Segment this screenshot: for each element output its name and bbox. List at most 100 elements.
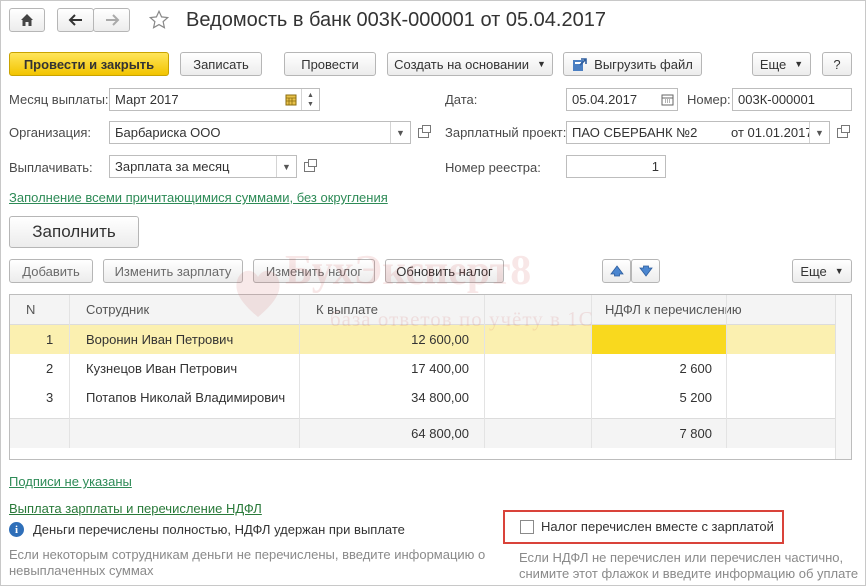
row-number: 2 <box>46 361 54 376</box>
organization-label: Организация: <box>9 125 92 140</box>
export-file-label: Выгрузить файл <box>594 56 693 72</box>
date-field[interactable]: 05.04.2017 <box>566 88 678 111</box>
salary-project-label: Зарплатный проект: <box>445 125 567 140</box>
update-tax-button[interactable]: Обновить налог <box>385 259 504 283</box>
payment-status-text: Деньги перечислены полностью, НДФЛ удерж… <box>33 522 405 537</box>
month-label: Месяц выплаты: <box>9 92 109 107</box>
move-down-button[interactable] <box>631 259 660 283</box>
total-pay: 64 800,00 <box>411 426 469 441</box>
table-row[interactable]: 1 Воронин Иван Петрович 12 600,00 <box>10 325 836 354</box>
column-header-tax[interactable]: НДФЛ к перечислению <box>605 295 742 324</box>
table-more-label: Еще <box>800 263 827 279</box>
create-based-on-button[interactable]: Создать на основании ▼ <box>387 52 553 76</box>
payment-hint-line-1: Если некоторым сотрудникам деньги не пер… <box>9 547 486 562</box>
help-button[interactable]: ? <box>822 52 852 76</box>
tax-paid-checkbox[interactable] <box>520 520 534 534</box>
payment-hint-line-2: невыплаченных суммах <box>9 563 154 578</box>
registry-number-field[interactable]: 1 <box>566 155 666 178</box>
row-number: 3 <box>46 390 54 405</box>
more-actions-label: Еще <box>759 56 787 72</box>
organization-field[interactable]: Барбариска ООО ▼ <box>109 121 411 144</box>
pay-amount: 17 400,00 <box>411 361 469 376</box>
registry-number-label: Номер реестра: <box>445 160 541 175</box>
open-salary-project-icon[interactable] <box>832 121 852 144</box>
salary-project-value: ПАО СБЕРБАНК №2 <box>572 125 698 140</box>
watermark-logo <box>236 270 280 317</box>
create-based-on-label: Создать на основании <box>394 56 529 72</box>
info-icon: i <box>9 522 24 537</box>
change-salary-button[interactable]: Изменить зарплату <box>103 259 243 283</box>
dropdown-caret-icon: ▼ <box>794 59 804 69</box>
stepper-up-icon: ▲ <box>307 91 314 99</box>
month-field[interactable]: Март 2017 ▲ ▼ <box>109 88 320 111</box>
move-up-button[interactable] <box>602 259 631 283</box>
page-title: Ведомость в банк 003К-000001 от 05.04.20… <box>186 9 606 31</box>
column-divider <box>69 295 70 448</box>
tax-amount-active-cell[interactable] <box>592 325 726 354</box>
pay-type-label: Выплачивать: <box>9 160 93 175</box>
arrow-left-icon <box>68 14 82 26</box>
save-button[interactable]: Записать <box>180 52 262 76</box>
salary-project-date: от 01.01.2017 <box>731 125 809 140</box>
tax-paid-checkbox-label[interactable]: Налог перечислен вместе с зарплатой <box>541 519 774 535</box>
forward-button[interactable] <box>93 8 130 32</box>
dropdown-caret-icon[interactable]: ▼ <box>276 156 296 177</box>
employee-name: Кузнецов Иван Петрович <box>86 361 238 376</box>
home-button[interactable] <box>9 8 45 32</box>
row-number: 1 <box>46 332 54 347</box>
number-label: Номер: <box>687 92 731 107</box>
arrow-up-icon <box>609 265 624 277</box>
arrow-down-icon <box>638 265 653 277</box>
tax-amount: 2 600 <box>679 361 712 376</box>
employee-name: Воронин Иван Петрович <box>86 332 234 347</box>
open-organization-icon[interactable] <box>413 121 433 144</box>
signatures-link[interactable]: Подписи не указаны <box>9 474 132 489</box>
tax-amount: 5 200 <box>679 390 712 405</box>
total-tax: 7 800 <box>679 426 712 441</box>
table-scrollbar[interactable] <box>835 295 851 459</box>
column-divider <box>591 295 592 448</box>
table-totals-row: 64 800,00 7 800 <box>10 418 836 448</box>
column-divider <box>726 295 727 448</box>
pay-amount: 34 800,00 <box>411 390 469 405</box>
export-file-icon <box>573 57 587 71</box>
employees-table: N Сотрудник К выплате НДФЛ к перечислени… <box>9 294 852 460</box>
pay-type-value: Зарплата за месяц <box>115 159 230 174</box>
post-and-close-button[interactable]: Провести и закрыть <box>9 52 169 76</box>
date-label: Дата: <box>445 92 478 107</box>
salary-project-field[interactable]: ПАО СБЕРБАНК №2 от 01.01.2017 ▼ <box>566 121 830 144</box>
calendar-icon[interactable] <box>281 89 301 110</box>
post-button[interactable]: Провести <box>284 52 376 76</box>
table-row[interactable]: 3 Потапов Николай Владимирович 34 800,00… <box>10 383 836 412</box>
month-stepper[interactable]: ▲ ▼ <box>301 89 319 110</box>
table-more-button[interactable]: Еще ▼ <box>792 259 852 283</box>
calendar-icon[interactable] <box>657 89 677 110</box>
table-header: N Сотрудник К выплате НДФЛ к перечислени… <box>10 295 836 325</box>
fill-settings-link[interactable]: Заполнение всеми причитающимися суммами,… <box>9 190 388 205</box>
pay-amount: 12 600,00 <box>411 332 469 347</box>
number-field[interactable]: 003К-000001 <box>732 88 852 111</box>
export-file-button[interactable]: Выгрузить файл <box>563 52 702 76</box>
dropdown-caret-icon[interactable]: ▼ <box>809 122 829 143</box>
dropdown-caret-icon: ▼ <box>834 266 844 276</box>
column-header-n[interactable]: N <box>26 295 35 324</box>
more-actions-button[interactable]: Еще ▼ <box>752 52 811 76</box>
tax-hint-line-1: Если НДФЛ не перечислен или перечислен ч… <box>519 550 844 565</box>
favorite-button[interactable] <box>146 8 172 32</box>
table-row[interactable]: 2 Кузнецов Иван Петрович 17 400,00 2 600 <box>10 354 836 383</box>
star-icon <box>148 9 170 29</box>
dropdown-caret-icon[interactable]: ▼ <box>390 122 410 143</box>
open-pay-type-icon[interactable] <box>299 155 319 178</box>
payment-and-tax-link[interactable]: Выплата зарплаты и перечисление НДФЛ <box>9 501 262 516</box>
home-icon <box>21 14 33 26</box>
column-header-pay[interactable]: К выплате <box>316 295 378 324</box>
fill-button[interactable]: Заполнить <box>9 216 139 248</box>
tax-hint-line-2: снимите этот флажок и введите информацию… <box>519 566 859 581</box>
date-value: 05.04.2017 <box>572 92 638 107</box>
column-divider <box>484 295 485 448</box>
back-button[interactable] <box>57 8 94 32</box>
arrow-right-icon <box>105 14 119 26</box>
pay-type-field[interactable]: Зарплата за месяц ▼ <box>109 155 297 178</box>
add-button[interactable]: Добавить <box>9 259 93 283</box>
column-header-employee[interactable]: Сотрудник <box>86 295 149 324</box>
